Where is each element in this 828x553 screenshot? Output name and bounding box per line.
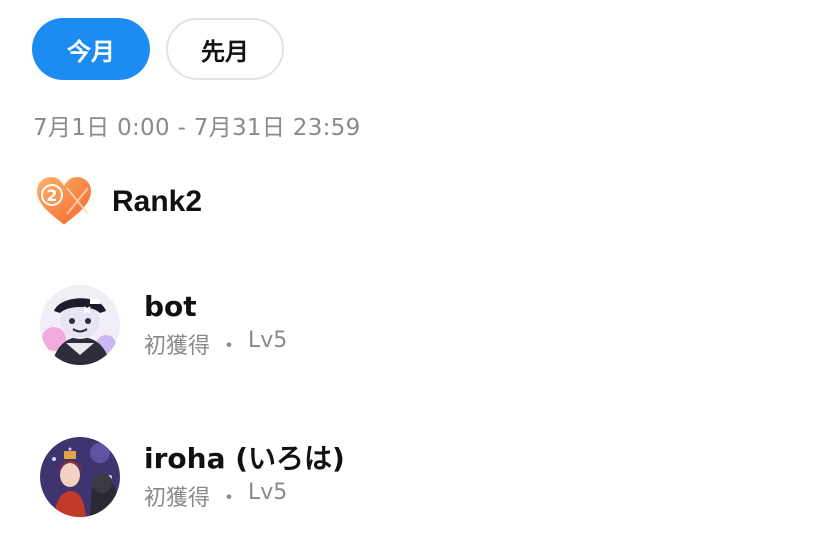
period-range: 7月1日 0:00 - 7月31日 23:59 [33,115,361,141]
avatar [40,437,120,517]
period-tabs: 今月 先月 [32,18,284,80]
user-status: 初獲得 [144,486,211,511]
rank-title: Rank2 [112,185,203,218]
heart-badge-icon: 2 [34,174,94,230]
user-row-iroha[interactable]: iroha (いろは) 初獲得 ・ Lv5 [40,437,345,517]
rank-badge-number: 2 [46,186,57,205]
user-status: 初獲得 [144,334,211,359]
meta-separator: ・ [218,486,241,511]
user-level: Lv5 [248,480,288,505]
user-name: bot [144,290,197,323]
user-level: Lv5 [248,328,288,353]
user-row-bot[interactable]: bot 初獲得 ・ Lv5 [40,285,287,365]
tab-last-month[interactable]: 先月 [166,18,284,80]
user-meta: 初獲得 ・ Lv5 [144,328,287,360]
tab-this-month[interactable]: 今月 [32,18,150,80]
user-meta: 初獲得 ・ Lv5 [144,480,345,512]
avatar [40,285,120,365]
user-name: iroha (いろは) [144,442,345,475]
rank-header: 2 Rank2 [34,174,202,230]
meta-separator: ・ [218,334,241,359]
